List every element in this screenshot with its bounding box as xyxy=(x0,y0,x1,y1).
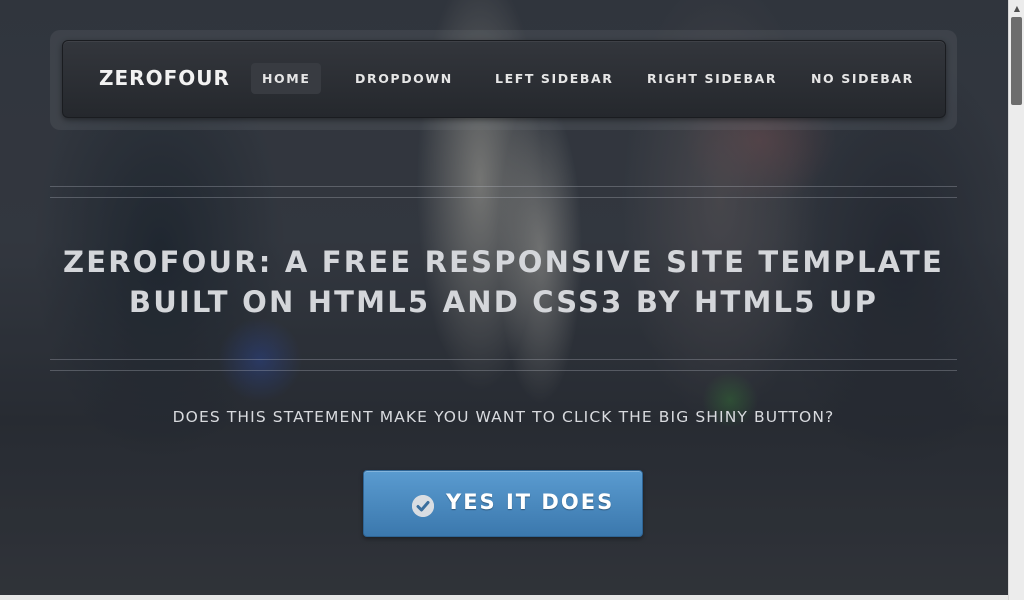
check-circle-icon xyxy=(412,495,434,517)
headline-line-1: ZEROFOUR: A FREE RESPONSIVE SITE TEMPLAT… xyxy=(62,245,945,279)
nav-item-left-sidebar[interactable]: LEFT SIDEBAR xyxy=(495,63,614,94)
yes-it-does-button[interactable]: YES IT DOES xyxy=(363,470,643,537)
bottom-strip xyxy=(0,595,1008,600)
nav-item-home[interactable]: HOME xyxy=(251,63,322,94)
banner-statement: DOES THIS STATEMENT MAKE YOU WANT TO CLI… xyxy=(172,408,835,426)
cta-label: YES IT DOES xyxy=(446,490,615,514)
vertical-scrollbar[interactable]: ▲ xyxy=(1008,0,1024,600)
divider xyxy=(50,197,957,198)
scroll-thumb[interactable] xyxy=(1011,17,1022,105)
headline-line-2: BUILT ON HTML5 AND CSS3 BY HTML5 UP xyxy=(128,285,879,319)
divider xyxy=(50,370,957,371)
nav-item-no-sidebar[interactable]: NO SIDEBAR xyxy=(811,63,914,94)
nav-item-dropdown[interactable]: DROPDOWN xyxy=(355,63,453,94)
scroll-up-arrow-icon[interactable]: ▲ xyxy=(1009,0,1024,17)
divider xyxy=(50,359,957,360)
nav-item-right-sidebar[interactable]: RIGHT SIDEBAR xyxy=(647,63,777,94)
site-logo[interactable]: ZEROFOUR xyxy=(99,66,230,90)
banner-headline: ZEROFOUR: A FREE RESPONSIVE SITE TEMPLAT… xyxy=(50,242,957,322)
divider xyxy=(50,186,957,187)
